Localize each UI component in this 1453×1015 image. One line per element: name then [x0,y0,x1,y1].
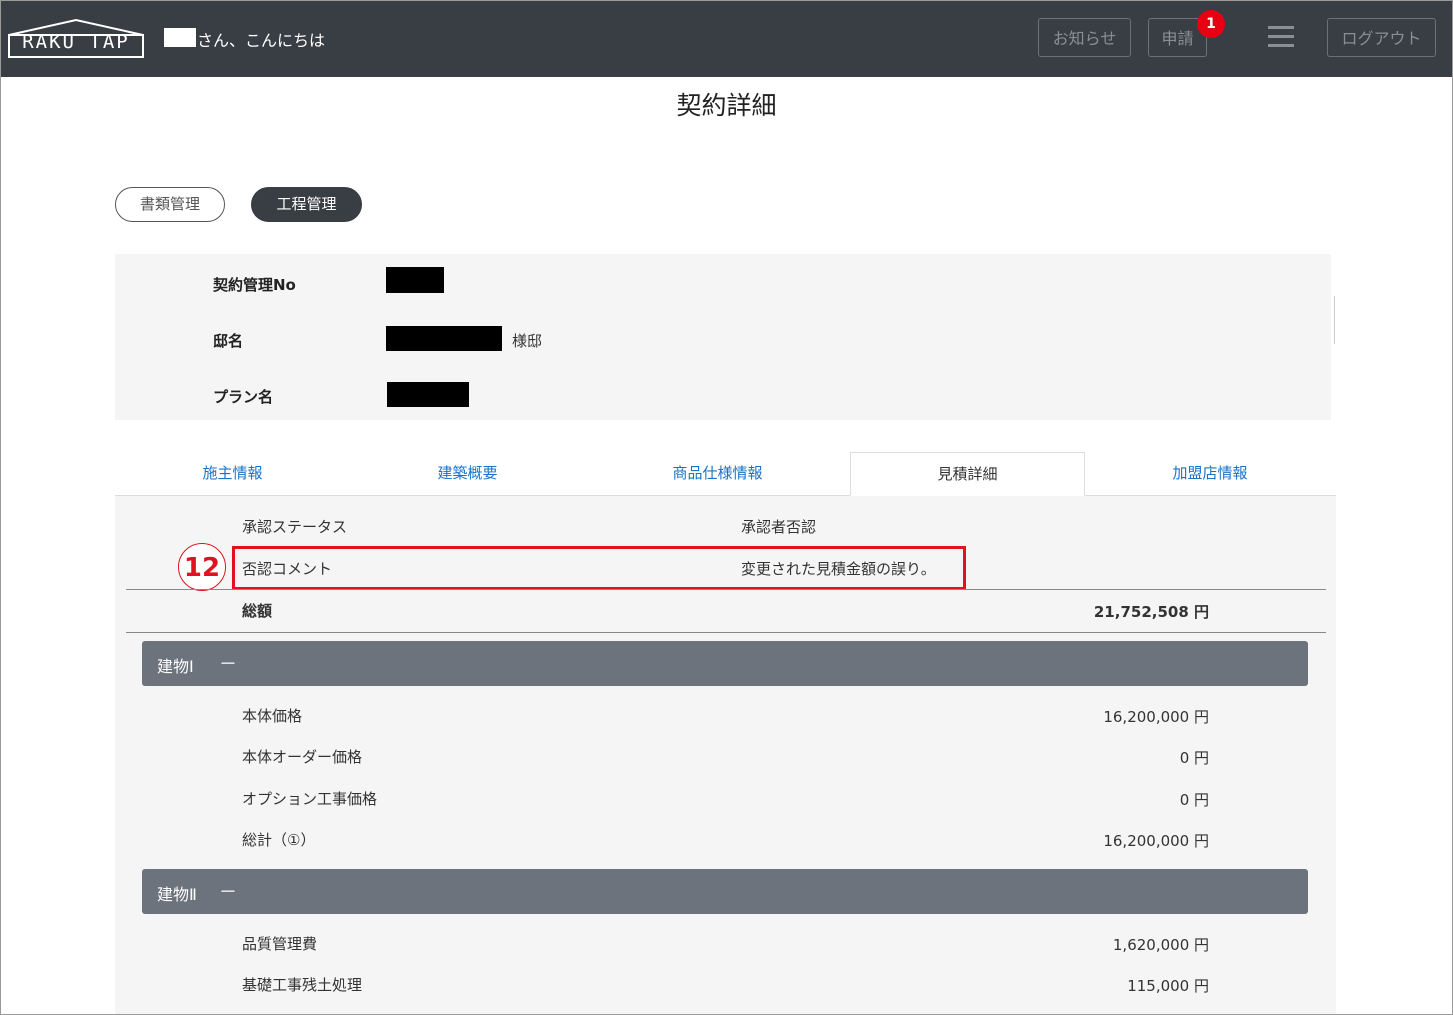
collapse-icon[interactable]: － [219,650,237,676]
tab-product-spec[interactable]: 商品仕様情報 [585,452,850,496]
approval-status-row: 承認ステータス 承認者否認 [127,506,1199,546]
table-row: 基礎工事残土処理 115,000 円 [127,964,1209,1004]
tab-estimate-detail[interactable]: 見積詳細 [850,452,1085,496]
top-navigation-bar: RAKU TAP さん、こんにちは お知らせ 申請 1 ログアウト [0,0,1453,77]
page-title: 契約詳細 [676,91,777,120]
notification-badge: 1 [1197,10,1225,38]
residence-name-label: 邸名 [213,332,244,350]
row-label: 総計（①） [242,831,316,849]
row-label: オプション工事価格 [242,790,378,808]
contract-no-label: 契約管理No [213,276,296,294]
residence-suffix: 様邸 [512,332,543,350]
table-row: オプション工事価格 0 円 [127,778,1209,818]
building-2-title: 建物Ⅱ [157,885,197,904]
table-row: 本体価格 16,200,000 円 [127,695,1209,735]
building-2-header[interactable]: 建物Ⅱ － [142,869,1308,914]
highlight-box [232,546,966,590]
row-amount: 0 円 [1179,749,1209,767]
tab-building-overview[interactable]: 建築概要 [350,452,585,496]
redacted-contract-no [386,267,444,293]
hamburger-menu-icon[interactable] [1268,26,1294,48]
document-management-button[interactable]: 書類管理 [115,187,225,222]
row-amount: 16,200,000 円 [1103,832,1209,850]
logout-button[interactable]: ログアウト [1327,18,1436,57]
total-label: 総額 [242,602,273,620]
divider [126,632,1326,633]
plan-name-label: プラン名 [213,388,274,406]
redacted-user-name [164,28,196,47]
tab-owner-info[interactable]: 施主情報 [115,452,350,496]
row-label: 本体オーダー価格 [242,748,363,766]
redacted-plan-name [387,382,469,407]
total-amount: 21,752,508 円 [1093,603,1209,621]
row-label: 品質管理費 [242,935,318,953]
approval-status-label: 承認ステータス [242,518,348,536]
news-button[interactable]: お知らせ [1038,18,1131,57]
row-label: 基礎工事残土処理 [242,976,363,994]
table-row: 総計（①） 16,200,000 円 [127,819,1209,859]
scroll-divider [1334,296,1335,344]
table-row: 品質管理費 1,620,000 円 [127,923,1209,963]
row-amount: 1,620,000 円 [1112,936,1209,954]
row-amount: 115,000 円 [1127,977,1209,995]
process-management-button[interactable]: 工程管理 [251,187,362,222]
building-1-title: 建物Ⅰ [157,657,194,676]
tab-franchise-info[interactable]: 加盟店情報 [1090,452,1330,496]
total-row: 総額 21,752,508 円 [127,590,1209,630]
redacted-residence-name [386,326,502,351]
building-1-header[interactable]: 建物Ⅰ － [142,641,1308,686]
approval-status-value: 承認者否認 [741,518,817,536]
table-row: 本体オーダー価格 0 円 [127,736,1209,776]
collapse-icon[interactable]: － [219,878,237,904]
row-amount: 16,200,000 円 [1103,708,1209,726]
row-amount: 0 円 [1179,791,1209,809]
contract-info-block: 契約管理No 邸名 様邸 プラン名 [115,254,1331,420]
greeting-text: さん、こんにちは [197,31,326,50]
detail-tabs: 施主情報 建築概要 商品仕様情報 見積詳細 加盟店情報 [115,452,1336,496]
row-label: 本体価格 [242,707,303,725]
step-number-marker: 12 [178,543,226,591]
logo-text: RAKU TAP [22,31,130,53]
